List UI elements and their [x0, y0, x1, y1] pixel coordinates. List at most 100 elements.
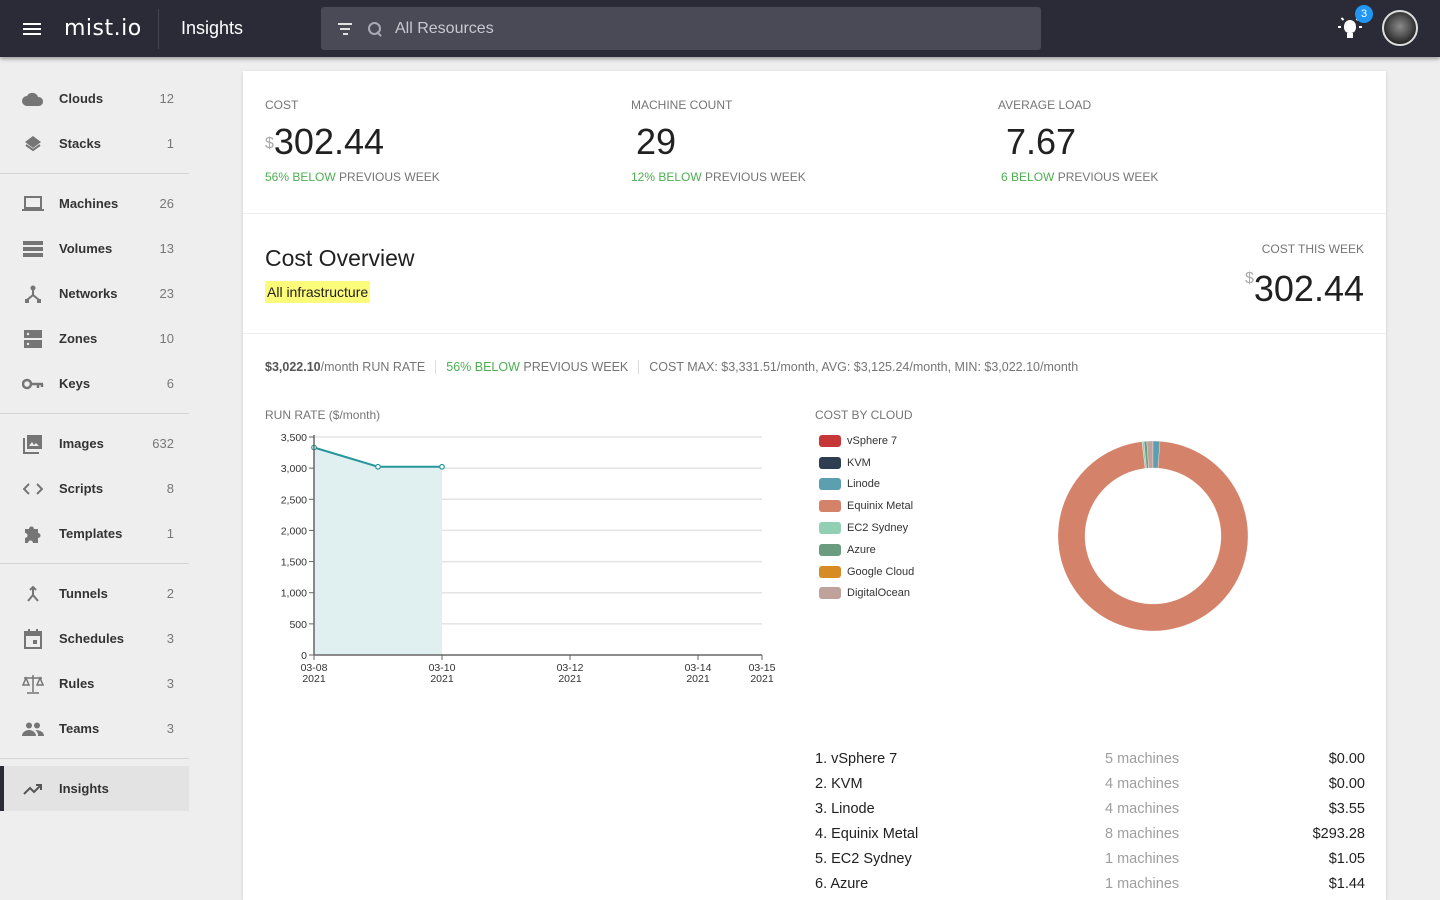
- sidebar-item-tunnels[interactable]: Tunnels 2: [0, 571, 189, 616]
- insights-card: COST $302.44 56% BELOW PREVIOUS WEEK MAC…: [243, 71, 1386, 900]
- kpi-delta: 12% BELOW PREVIOUS WEEK: [631, 170, 806, 184]
- sidebar-item-count: 12: [159, 91, 174, 106]
- sidebar-item-label: Rules: [59, 676, 95, 691]
- sidebar-item-label: Schedules: [59, 631, 125, 646]
- sidebar-item-label: Machines: [59, 196, 119, 211]
- sidebar-item-insights[interactable]: Insights: [0, 766, 189, 811]
- sidebar-item-clouds[interactable]: Clouds 12: [0, 76, 189, 121]
- legend-item[interactable]: DigitalOcean: [819, 583, 914, 605]
- legend-label: Azure: [847, 543, 876, 556]
- sidebar-item-count: 6: [166, 376, 174, 391]
- cloud-cost: $3.55: [1328, 800, 1365, 817]
- run-rate-stats: COST MAX: $3,331.51/month, AVG: $3,125.2…: [649, 360, 1079, 374]
- kpi-label: COST: [265, 98, 299, 112]
- sidebar-item-machines[interactable]: Machines 26: [0, 181, 189, 226]
- area-fill: [314, 447, 442, 655]
- legend-item[interactable]: Linode: [819, 474, 914, 496]
- x-tick-year-label: 2021: [558, 673, 582, 685]
- y-tick-label: 500: [289, 619, 307, 631]
- cloud-machines: 1 machines: [1105, 850, 1180, 867]
- cost-this-week-label: COST THIS WEEK: [1261, 242, 1364, 256]
- sidebar-item-volumes[interactable]: Volumes 13: [0, 226, 189, 271]
- cloud-machines: 5 machines: [1105, 750, 1180, 767]
- legend-label: vSphere 7: [847, 434, 898, 447]
- cloud-name: 3. Linode: [815, 800, 875, 817]
- sidebar-item-templates[interactable]: Templates 1: [0, 511, 189, 556]
- top-app-bar: mist.io Insights 3: [0, 0, 1440, 57]
- sidebar-item-rules[interactable]: Rules 3: [0, 661, 189, 706]
- cost-overview-header: Cost Overview All infrastructure COST TH…: [243, 214, 1386, 334]
- cost-this-week-value: $302.44: [1244, 268, 1364, 309]
- cloud-cost: $1.05: [1328, 850, 1365, 867]
- donut-slice-equinix-metal[interactable]: [1057, 441, 1249, 632]
- key-icon: [22, 373, 44, 395]
- cloud-name: 6. Azure: [815, 875, 869, 892]
- dns-icon: [22, 328, 44, 350]
- filter-chip[interactable]: All infrastructure: [265, 281, 371, 303]
- sidebar-item-count: 3: [166, 721, 174, 736]
- sidebar-divider: [0, 413, 189, 414]
- run-rate-chart-title: RUN RATE ($/month): [265, 408, 381, 422]
- kpi-delta: 6 BELOW PREVIOUS WEEK: [1001, 170, 1159, 184]
- sidebar-item-stacks[interactable]: Stacks 1: [0, 121, 189, 166]
- cloud-list-row: 6. Azure 1 machines $1.44: [815, 871, 1365, 896]
- cloud-cost-list: 1. vSphere 7 5 machines $0.00 2. KVM 4 machi…: [815, 746, 1365, 896]
- section-title: Cost Overview: [265, 245, 415, 271]
- sidebar-item-teams[interactable]: Teams 3: [0, 706, 189, 751]
- cloud-cost: $0.00: [1328, 750, 1365, 767]
- legend-swatch: [819, 587, 841, 600]
- menu-button[interactable]: [0, 0, 64, 57]
- sidebar-item-networks[interactable]: Networks 23: [0, 271, 189, 316]
- kpi-section: COST $302.44 56% BELOW PREVIOUS WEEK MAC…: [243, 71, 1386, 214]
- x-tick-year-label: 2021: [750, 673, 774, 685]
- legend-item[interactable]: vSphere 7: [819, 430, 914, 452]
- run-rate: $3,022.10/month RUN RATE: [265, 360, 437, 374]
- cost-by-cloud-legend: vSphere 7 KVM Linode Equinix Metal EC2 Sydne…: [819, 430, 914, 604]
- cloud-list-row: 4. Equinix Metal 8 machines $293.28: [815, 821, 1365, 846]
- legend-item[interactable]: EC2 Sydney: [819, 517, 914, 539]
- images-icon: [22, 433, 44, 455]
- cloud-icon: [22, 88, 44, 110]
- sidebar-divider: [0, 758, 189, 759]
- sidebar-item-schedules[interactable]: Schedules 3: [0, 616, 189, 661]
- search-bar[interactable]: [321, 7, 1041, 50]
- cost-by-cloud-title: COST BY CLOUD: [815, 408, 913, 422]
- legend-item[interactable]: KVM: [819, 452, 914, 474]
- legend-item[interactable]: Equinix Metal: [819, 495, 914, 517]
- kpi-average-load: AVERAGE LOAD 7.67 6 BELOW PREVIOUS WEEK: [998, 98, 1158, 184]
- legend-swatch: [819, 522, 841, 535]
- logo[interactable]: mist.io: [64, 16, 158, 41]
- topbar-divider: [158, 8, 159, 49]
- hamburger-icon: [23, 27, 41, 30]
- sidebar-item-count: 3: [166, 676, 174, 691]
- sidebar-item-scripts[interactable]: Scripts 8: [0, 466, 189, 511]
- cloud-machines: 4 machines: [1105, 775, 1180, 792]
- cloud-list-row: 5. EC2 Sydney 1 machines $1.05: [815, 846, 1365, 871]
- cloud-cost: $1.44: [1328, 875, 1365, 892]
- y-tick-label: 2,000: [281, 525, 307, 537]
- sidebar-item-label: Keys: [59, 376, 91, 391]
- cloud-list-row: 3. Linode 4 machines $3.55: [815, 796, 1365, 821]
- sidebar-item-images[interactable]: Images 632: [0, 421, 189, 466]
- user-avatar[interactable]: [1382, 10, 1418, 46]
- kpi-machine-count: MACHINE COUNT 29 12% BELOW PREVIOUS WEEK: [631, 98, 806, 184]
- y-tick-label: 2,500: [281, 494, 307, 506]
- sidebar-item-keys[interactable]: Keys 6: [0, 361, 189, 406]
- sidebar-item-count: 3: [166, 631, 174, 646]
- cloud-list-row: 2. KVM 4 machines $0.00: [815, 771, 1365, 796]
- sidebar-item-label: Teams: [59, 721, 100, 736]
- search-input[interactable]: [395, 19, 995, 38]
- run-rate-delta: 56% BELOW PREVIOUS WEEK: [446, 360, 640, 374]
- sidebar-item-count: 23: [159, 286, 174, 301]
- kpi-label: AVERAGE LOAD: [998, 98, 1092, 112]
- kpi-value: $302.44: [265, 121, 385, 162]
- legend-swatch: [819, 456, 841, 469]
- sidebar-item-count: 632: [152, 436, 174, 451]
- sidebar-item-zones[interactable]: Zones 10: [0, 316, 189, 361]
- legend-item[interactable]: Azure: [819, 539, 914, 561]
- filter-icon[interactable]: [337, 22, 353, 35]
- legend-item[interactable]: Google Cloud: [819, 561, 914, 583]
- legend-swatch: [819, 543, 841, 556]
- legend-label: KVM: [847, 456, 871, 469]
- cloud-name: 2. KVM: [815, 775, 863, 792]
